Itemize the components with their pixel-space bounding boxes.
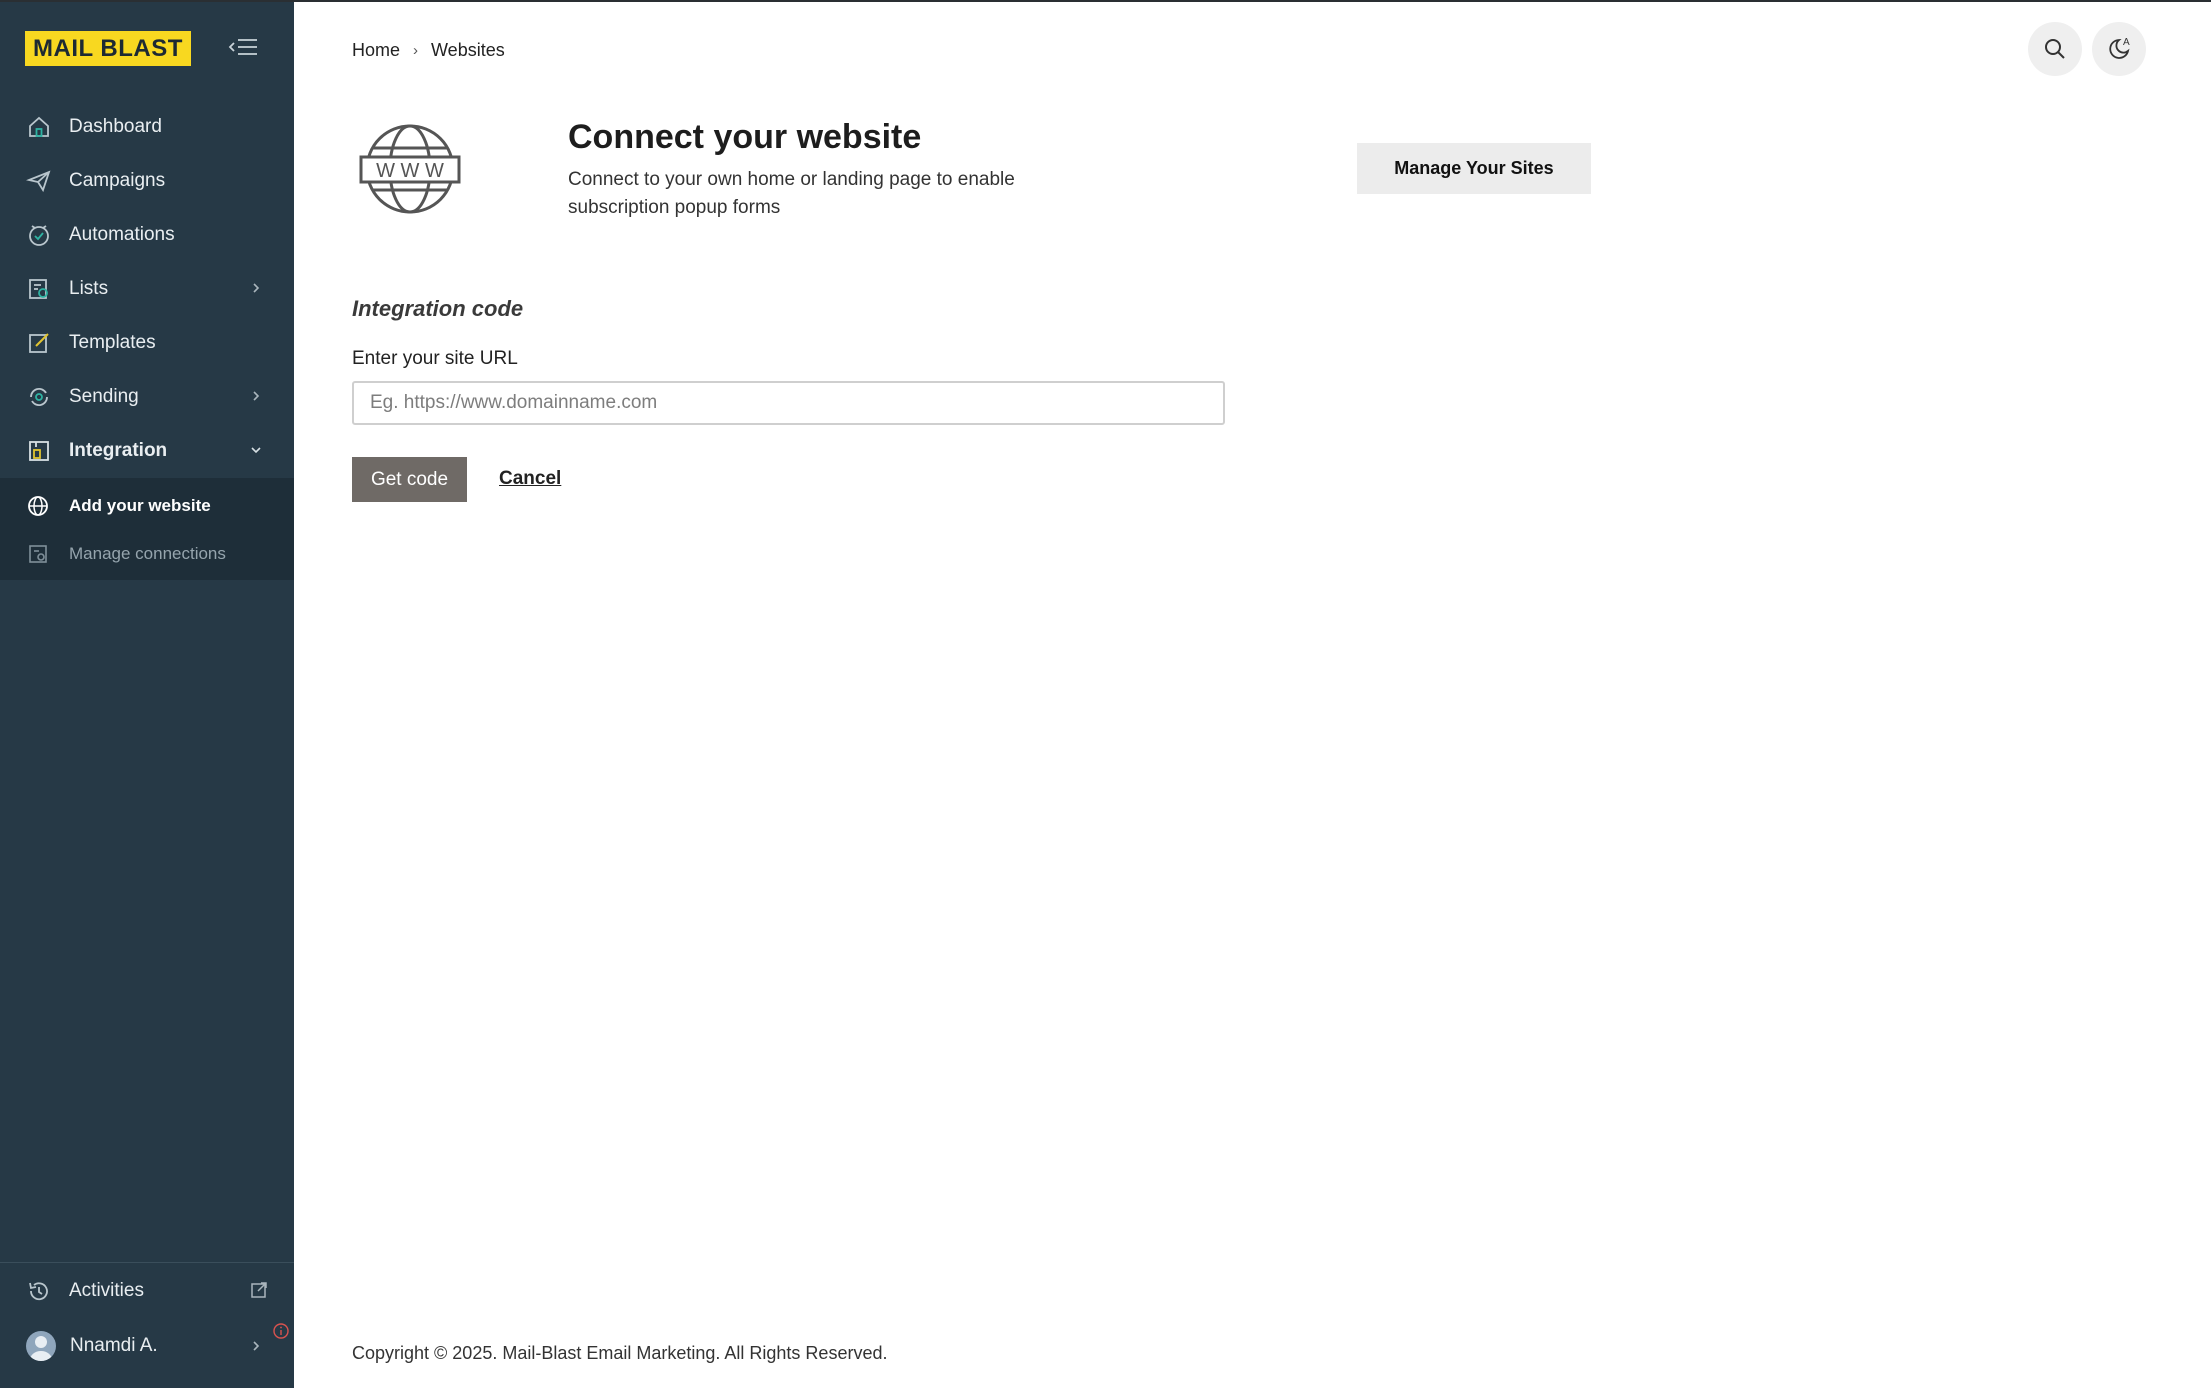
chevron-right-icon — [253, 283, 260, 293]
template-icon — [26, 330, 52, 356]
integration-icon — [26, 438, 52, 464]
sidebar-item-label: Integration — [69, 440, 168, 461]
sidebar-item-campaigns[interactable]: Campaigns — [0, 154, 294, 208]
search-icon — [2045, 39, 2065, 59]
logo-row: MAIL BLAST — [25, 31, 270, 66]
home-icon — [26, 114, 52, 140]
list-icon — [26, 276, 52, 302]
breadcrumb-current: Websites — [431, 40, 505, 60]
breadcrumb: Home › Websites — [352, 40, 505, 61]
user-name: Nnamdi A. — [70, 1334, 158, 1356]
chevron-right-icon — [253, 1341, 260, 1351]
sidebar-item-lists[interactable]: Lists — [0, 262, 294, 316]
sidebar-item-automations[interactable]: Automations — [0, 208, 294, 262]
breadcrumb-separator: › — [413, 42, 419, 59]
search-button[interactable] — [2028, 22, 2082, 76]
sidebar-item-label: Dashboard — [69, 116, 162, 137]
user-menu[interactable]: Nnamdi A. — [0, 1318, 294, 1373]
sidebar-item-label: Automations — [69, 224, 175, 245]
manage-sites-button[interactable]: Manage Your Sites — [1357, 143, 1591, 194]
sidebar: MAIL BLAST Dashboard Campaigns Automatio… — [0, 0, 294, 1388]
cancel-link[interactable]: Cancel — [499, 468, 561, 490]
svg-text:A: A — [2123, 37, 2130, 48]
sidebar-item-label: Lists — [69, 278, 109, 299]
sidebar-subitem-label: Add your website — [69, 496, 211, 515]
sidebar-bottom: Activities Nnamdi A. — [0, 1262, 294, 1373]
info-alert-icon — [273, 1323, 289, 1339]
automation-icon — [26, 222, 52, 248]
sidebar-item-sending[interactable]: Sending — [0, 370, 294, 424]
get-code-button[interactable]: Get code — [352, 457, 467, 502]
sidebar-item-manage-connections[interactable]: Manage connections — [0, 530, 294, 578]
theme-toggle-button[interactable]: A — [2092, 22, 2146, 76]
send-icon — [26, 168, 52, 194]
chevron-right-icon — [253, 391, 260, 401]
sidebar-subitem-label: Manage connections — [69, 544, 226, 563]
collapse-sidebar-button[interactable] — [225, 33, 265, 63]
sidebar-item-label: Campaigns — [69, 170, 166, 191]
activities-label: Activities — [69, 1279, 144, 1301]
page-title: Connect your website — [568, 118, 922, 156]
external-link-icon — [251, 1282, 267, 1298]
sending-icon — [26, 384, 52, 410]
app-logo[interactable]: MAIL BLAST — [25, 31, 191, 66]
main-content: Home › Websites A W W W Connect your web… — [294, 0, 2211, 1388]
page-subtitle: Connect to your own home or landing page… — [568, 169, 1015, 218]
sidebar-item-templates[interactable]: Templates — [0, 316, 294, 370]
window-top-border — [0, 0, 2211, 2]
sidebar-item-integration[interactable]: Integration — [0, 424, 294, 478]
sidebar-nav: Dashboard Campaigns Automations Lists Te… — [0, 100, 294, 580]
sidebar-item-label: Sending — [69, 386, 139, 407]
sidebar-item-activities[interactable]: Activities — [0, 1263, 294, 1318]
url-label: Enter your site URL — [352, 348, 518, 369]
globe-icon — [26, 494, 50, 518]
footer-copyright: Copyright © 2025. Mail-Blast Email Marke… — [352, 1343, 888, 1363]
integration-submenu: Add your website Manage connections — [0, 478, 294, 580]
history-icon — [26, 1278, 52, 1304]
sidebar-item-dashboard[interactable]: Dashboard — [0, 100, 294, 154]
dark-mode-icon: A — [2109, 37, 2130, 59]
connections-icon — [26, 542, 50, 566]
breadcrumb-home[interactable]: Home — [352, 40, 400, 61]
site-url-input[interactable] — [352, 381, 1225, 425]
avatar — [26, 1330, 56, 1361]
sidebar-item-add-website[interactable]: Add your website — [0, 482, 294, 530]
connect-website-hero: W W W Connect your website Connect to yo… — [352, 118, 1652, 228]
menu-collapse-icon — [228, 39, 257, 55]
globe-text: W W W — [376, 160, 444, 182]
section-title: Integration code — [352, 296, 524, 321]
header-actions: A — [2028, 22, 2146, 76]
sidebar-item-label: Templates — [69, 332, 156, 353]
chevron-down-icon — [251, 447, 261, 454]
www-globe-icon: W W W — [359, 124, 461, 214]
